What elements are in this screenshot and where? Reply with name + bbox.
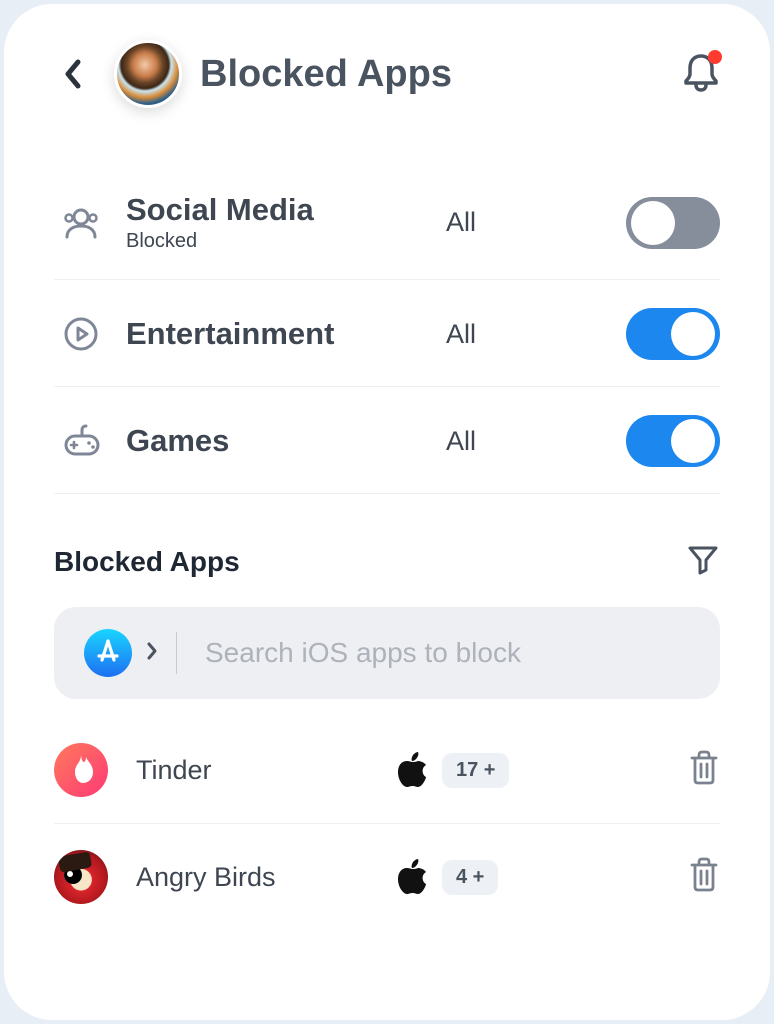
search-input[interactable] <box>205 637 690 669</box>
child-avatar[interactable] <box>114 40 182 108</box>
category-text: Social Media Blocked <box>126 192 426 253</box>
category-title: Entertainment <box>126 316 426 352</box>
divider <box>176 632 177 674</box>
blocked-app-row: Tinder 17 + <box>54 717 720 824</box>
funnel-icon <box>686 542 720 576</box>
delete-button[interactable] <box>688 857 720 898</box>
category-text: Games <box>126 423 426 459</box>
platform-info: 4 + <box>396 859 688 895</box>
category-title: Games <box>126 423 426 459</box>
search-bar[interactable] <box>54 607 720 699</box>
trash-icon <box>688 750 720 786</box>
notifications-button[interactable] <box>682 52 720 97</box>
toggle-entertainment[interactable] <box>626 308 720 360</box>
delete-button[interactable] <box>688 750 720 791</box>
appstore-icon[interactable] <box>84 629 132 677</box>
social-icon <box>62 204 104 242</box>
category-scope[interactable]: All <box>426 319 626 350</box>
section-title: Blocked Apps <box>54 546 240 578</box>
category-entertainment: Entertainment All <box>54 280 720 387</box>
toggle-games[interactable] <box>626 415 720 467</box>
play-circle-icon <box>62 315 104 353</box>
category-sub: Blocked <box>126 230 426 253</box>
app-screen: Blocked Apps Social Media Blocked All <box>4 4 770 1020</box>
category-title: Social Media <box>126 192 426 228</box>
category-scope[interactable]: All <box>426 207 626 238</box>
app-name: Angry Birds <box>136 862 396 893</box>
platform-info: 17 + <box>396 752 688 788</box>
header: Blocked Apps <box>54 40 720 108</box>
trash-icon <box>688 857 720 893</box>
notification-dot <box>708 50 722 64</box>
age-rating: 17 + <box>442 753 509 788</box>
category-social-media: Social Media Blocked All <box>54 164 720 280</box>
category-text: Entertainment <box>126 316 426 352</box>
chevron-left-icon <box>62 58 82 90</box>
section-header: Blocked Apps <box>54 542 720 581</box>
toggle-social-media[interactable] <box>626 197 720 249</box>
page-title: Blocked Apps <box>200 53 664 96</box>
back-button[interactable] <box>54 56 90 92</box>
apple-icon <box>396 859 426 895</box>
filter-button[interactable] <box>686 542 720 581</box>
app-icon-angrybirds <box>54 850 108 904</box>
apple-icon <box>396 752 426 788</box>
gamepad-icon <box>62 422 104 460</box>
chevron-right-icon <box>146 641 158 666</box>
blocked-app-row: Angry Birds 4 + <box>54 824 720 930</box>
category-scope[interactable]: All <box>426 426 626 457</box>
age-rating: 4 + <box>442 860 498 895</box>
category-games: Games All <box>54 387 720 494</box>
app-name: Tinder <box>136 755 396 786</box>
app-icon-tinder <box>54 743 108 797</box>
